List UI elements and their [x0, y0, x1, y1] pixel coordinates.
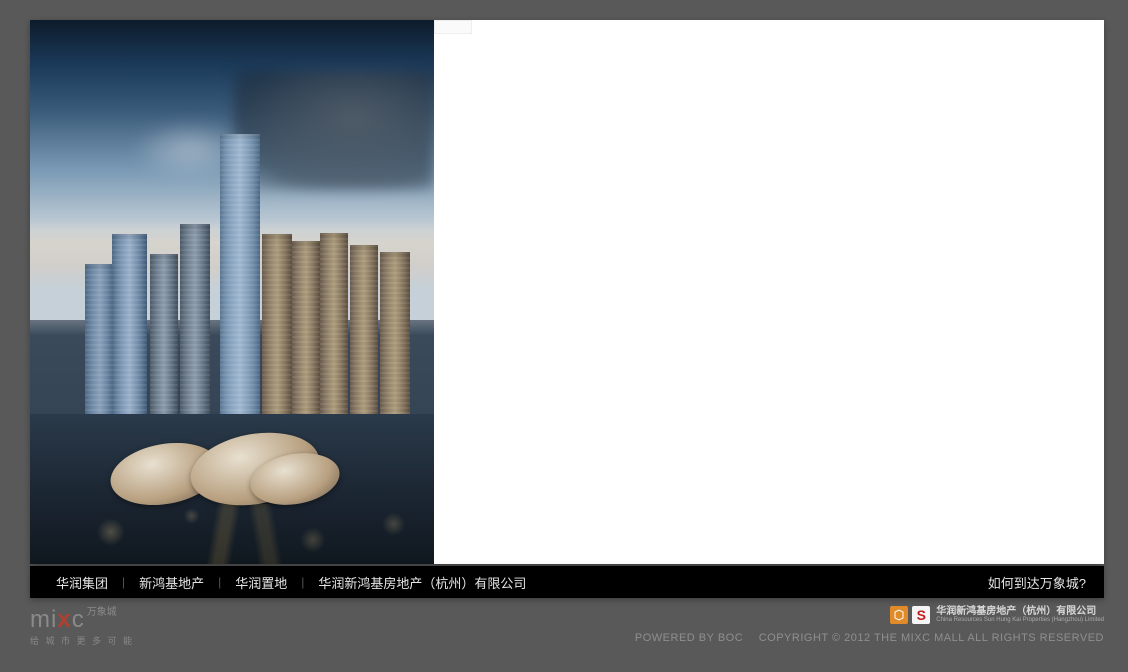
partner-company-label: 华润新鸿基房地产（杭州）有限公司 China Resources Sun Hun… [936, 606, 1104, 624]
nav-separator: | [295, 575, 310, 589]
nav-link-shk[interactable]: 新鸿基地产 [131, 573, 212, 592]
nav-link-directions[interactable]: 如何到达万象城? [988, 573, 1086, 592]
copyright-text: POWERED BY BOC COPYRIGHT © 2012 THE MIXC… [635, 632, 1104, 644]
nav-separator: | [116, 575, 131, 589]
powered-by: POWERED BY BOC [635, 632, 743, 644]
bottom-strip: mixc万象城 给 城 市 更 多 可 能 S 华润新鸿基房地产（杭州）有限公司… [30, 604, 1104, 648]
cr-logo-icon [890, 606, 908, 624]
loading-placeholder [434, 20, 472, 34]
nav-link-cr-land[interactable]: 华润置地 [227, 573, 295, 592]
nav-separator: | [212, 575, 227, 589]
footer-nav: 华润集团 | 新鸿基地产 | 华润置地 | 华润新鸿基房地产（杭州）有限公司 如… [30, 566, 1104, 598]
brand-logo: mixc万象城 给 城 市 更 多 可 能 [30, 608, 134, 647]
partner-company-cn: 华润新鸿基房地产（杭州）有限公司 [936, 606, 1104, 617]
brand-tagline: 给 城 市 更 多 可 能 [30, 634, 134, 647]
footer-nav-left: 华润集团 | 新鸿基地产 | 华润置地 | 华润新鸿基房地产（杭州）有限公司 [48, 573, 534, 592]
nav-link-cr-group[interactable]: 华润集团 [48, 573, 116, 592]
copyright-line: COPYRIGHT © 2012 THE MIXC MALL ALL RIGHT… [759, 632, 1104, 644]
partner-company-en: China Resources Sun Hung Kai Properties … [936, 617, 1104, 624]
main-content-area [30, 20, 1104, 564]
page-root: 华润集团 | 新鸿基地产 | 华润置地 | 华润新鸿基房地产（杭州）有限公司 如… [0, 0, 1128, 672]
shk-logo-icon: S [912, 606, 930, 624]
brand-logo-text: mixc万象城 [30, 608, 134, 632]
hero-image [30, 20, 434, 564]
partner-logos: S 华润新鸿基房地产（杭州）有限公司 China Resources Sun H… [890, 606, 1104, 624]
nav-link-crshk-hangzhou[interactable]: 华润新鸿基房地产（杭州）有限公司 [310, 573, 534, 592]
